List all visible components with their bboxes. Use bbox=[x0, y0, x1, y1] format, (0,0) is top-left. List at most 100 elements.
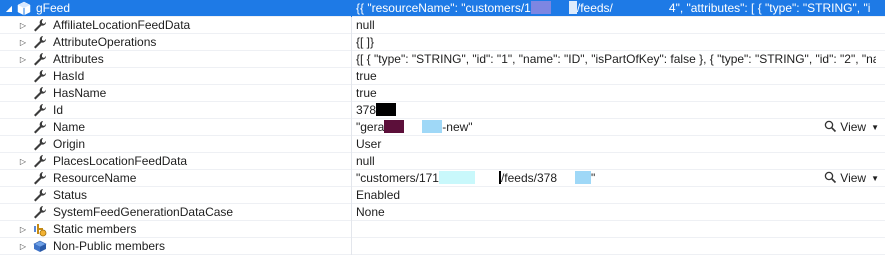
column-separator bbox=[351, 238, 352, 255]
tree-row-static-members[interactable]: ▷ Static members bbox=[0, 221, 885, 238]
row-label: AffiliateLocationFeedData bbox=[53, 18, 191, 32]
view-visualizer-button[interactable]: View ▼ bbox=[824, 119, 879, 136]
tree-row-hasid[interactable]: HasId true bbox=[0, 68, 885, 85]
value-cell[interactable]: None bbox=[356, 204, 876, 221]
dropdown-caret-icon: ▼ bbox=[871, 174, 879, 183]
expand-arrow-icon[interactable]: ▷ bbox=[18, 17, 28, 34]
tree-row-gfeed[interactable]: ◢ gFeed {{ "resourceName": "customers/1/… bbox=[0, 0, 885, 17]
tree-row-non-public-members[interactable]: ▷ Non-Public members bbox=[0, 238, 885, 255]
expand-arrow-icon[interactable]: ▷ bbox=[18, 153, 28, 170]
wrench-icon bbox=[32, 52, 48, 67]
tree-row-systemfeedgenerationdatacase[interactable]: SystemFeedGenerationDataCase None bbox=[0, 204, 885, 221]
row-label: SystemFeedGenerationDataCase bbox=[53, 205, 234, 219]
row-label: Status bbox=[53, 188, 88, 202]
row-label: Static members bbox=[53, 222, 137, 236]
value-text: None bbox=[356, 205, 385, 219]
wrench-icon bbox=[32, 35, 48, 50]
value-text: " bbox=[591, 171, 596, 185]
column-separator bbox=[351, 51, 352, 68]
value-cell[interactable]: {{ "resourceName": "customers/1/feeds/4"… bbox=[356, 0, 876, 17]
value-cell[interactable]: 378 bbox=[356, 102, 876, 119]
value-cell[interactable]: true bbox=[356, 68, 876, 85]
value-text: null bbox=[356, 154, 375, 168]
value-text: /feeds/378 bbox=[500, 171, 558, 185]
row-label: Id bbox=[53, 103, 64, 117]
locals-watch-grid: ◢ gFeed {{ "resourceName": "customers/1/… bbox=[0, 0, 885, 255]
name-cell: Status bbox=[0, 187, 351, 204]
wrench-icon bbox=[32, 171, 48, 186]
value-text: null bbox=[356, 18, 375, 32]
value-cell bbox=[356, 238, 876, 255]
value-cell[interactable]: null bbox=[356, 153, 876, 170]
redacted-block bbox=[568, 1, 577, 14]
value-text: -new" bbox=[442, 120, 473, 134]
column-separator bbox=[351, 221, 352, 238]
row-label: HasId bbox=[53, 69, 85, 83]
name-cell: SystemFeedGenerationDataCase bbox=[0, 204, 351, 221]
row-label: AttributeOperations bbox=[53, 35, 157, 49]
column-separator bbox=[351, 119, 352, 136]
value-cell[interactable]: {[ ]} bbox=[356, 34, 876, 51]
name-cell: ▷ Non-Public members bbox=[0, 238, 351, 255]
redacted-block bbox=[422, 120, 443, 133]
tree-row-resourcename[interactable]: ResourceName "customers/171/feeds/378 " V… bbox=[0, 170, 885, 187]
value-cell[interactable]: null bbox=[356, 17, 876, 34]
tree-row-status[interactable]: Status Enabled bbox=[0, 187, 885, 204]
value-cell[interactable]: true bbox=[356, 85, 876, 102]
tree-row-name[interactable]: Name "gera -new" View ▼ bbox=[0, 119, 885, 136]
value-cell[interactable]: "customers/171/feeds/378 " bbox=[356, 170, 796, 187]
redacted-block bbox=[376, 103, 397, 116]
name-cell: ▷ AffiliateLocationFeedData bbox=[0, 17, 351, 34]
name-cell: Name bbox=[0, 119, 351, 136]
redacted-block bbox=[438, 171, 475, 184]
magnifier-icon bbox=[824, 171, 837, 184]
column-separator bbox=[351, 136, 352, 153]
row-label: Name bbox=[53, 120, 86, 134]
wrench-icon bbox=[32, 86, 48, 101]
column-separator bbox=[351, 34, 352, 51]
name-cell: HasName bbox=[0, 85, 351, 102]
tree-row-affiliatelocationfeeddata[interactable]: ▷ AffiliateLocationFeedData null bbox=[0, 17, 885, 34]
column-separator bbox=[351, 187, 352, 204]
column-separator bbox=[351, 68, 352, 85]
column-separator bbox=[351, 17, 352, 34]
value-text: true bbox=[356, 69, 377, 83]
value-cell bbox=[356, 221, 876, 238]
value-text: /feeds/ bbox=[576, 1, 613, 15]
column-separator bbox=[351, 204, 352, 221]
row-label: PlacesLocationFeedData bbox=[53, 154, 188, 168]
value-text: {{ "resourceName": "customers/1 bbox=[356, 1, 531, 15]
wrench-icon bbox=[32, 120, 48, 135]
value-cell[interactable]: {[ { "type": "STRING", "id": "1", "name"… bbox=[356, 51, 876, 68]
column-separator bbox=[351, 170, 352, 187]
redacted-block bbox=[530, 1, 551, 14]
value-text: {[ { "type": "STRING", "id": "1", "name"… bbox=[356, 52, 876, 66]
value-cell[interactable]: User bbox=[356, 136, 876, 153]
value-text: User bbox=[356, 137, 382, 151]
expand-arrow-icon[interactable]: ▷ bbox=[18, 238, 28, 255]
name-cell: Origin bbox=[0, 136, 351, 153]
tree-row-hasname[interactable]: HasName true bbox=[0, 85, 885, 102]
view-label: View bbox=[840, 120, 867, 134]
tree-row-placeslocationfeeddata[interactable]: ▷ PlacesLocationFeedData null bbox=[0, 153, 885, 170]
view-label: View bbox=[840, 171, 867, 185]
redacted-block bbox=[384, 120, 405, 133]
value-cell[interactable]: "gera -new" bbox=[356, 119, 796, 136]
expand-arrow-icon[interactable]: ▷ bbox=[18, 34, 28, 51]
expand-arrow-icon[interactable]: ▷ bbox=[18, 51, 28, 68]
tree-row-attributeoperations[interactable]: ▷ AttributeOperations {[ ]} bbox=[0, 34, 885, 51]
static-members-icon bbox=[32, 222, 48, 237]
name-cell: ▷ PlacesLocationFeedData bbox=[0, 153, 351, 170]
tree-row-origin[interactable]: Origin User bbox=[0, 136, 885, 153]
expand-arrow-icon[interactable]: ▷ bbox=[18, 221, 28, 238]
collapse-arrow-icon[interactable]: ◢ bbox=[4, 0, 14, 17]
column-separator bbox=[351, 85, 352, 102]
value-cell[interactable]: Enabled bbox=[356, 187, 876, 204]
non-public-members-icon bbox=[32, 239, 48, 254]
tree-row-attributes[interactable]: ▷ Attributes {[ { "type": "STRING", "id"… bbox=[0, 51, 885, 68]
view-visualizer-button[interactable]: View ▼ bbox=[824, 170, 879, 187]
wrench-icon bbox=[32, 154, 48, 169]
tree-row-id[interactable]: Id 378 bbox=[0, 102, 885, 119]
column-separator bbox=[351, 0, 352, 17]
magnifier-icon bbox=[824, 120, 837, 133]
